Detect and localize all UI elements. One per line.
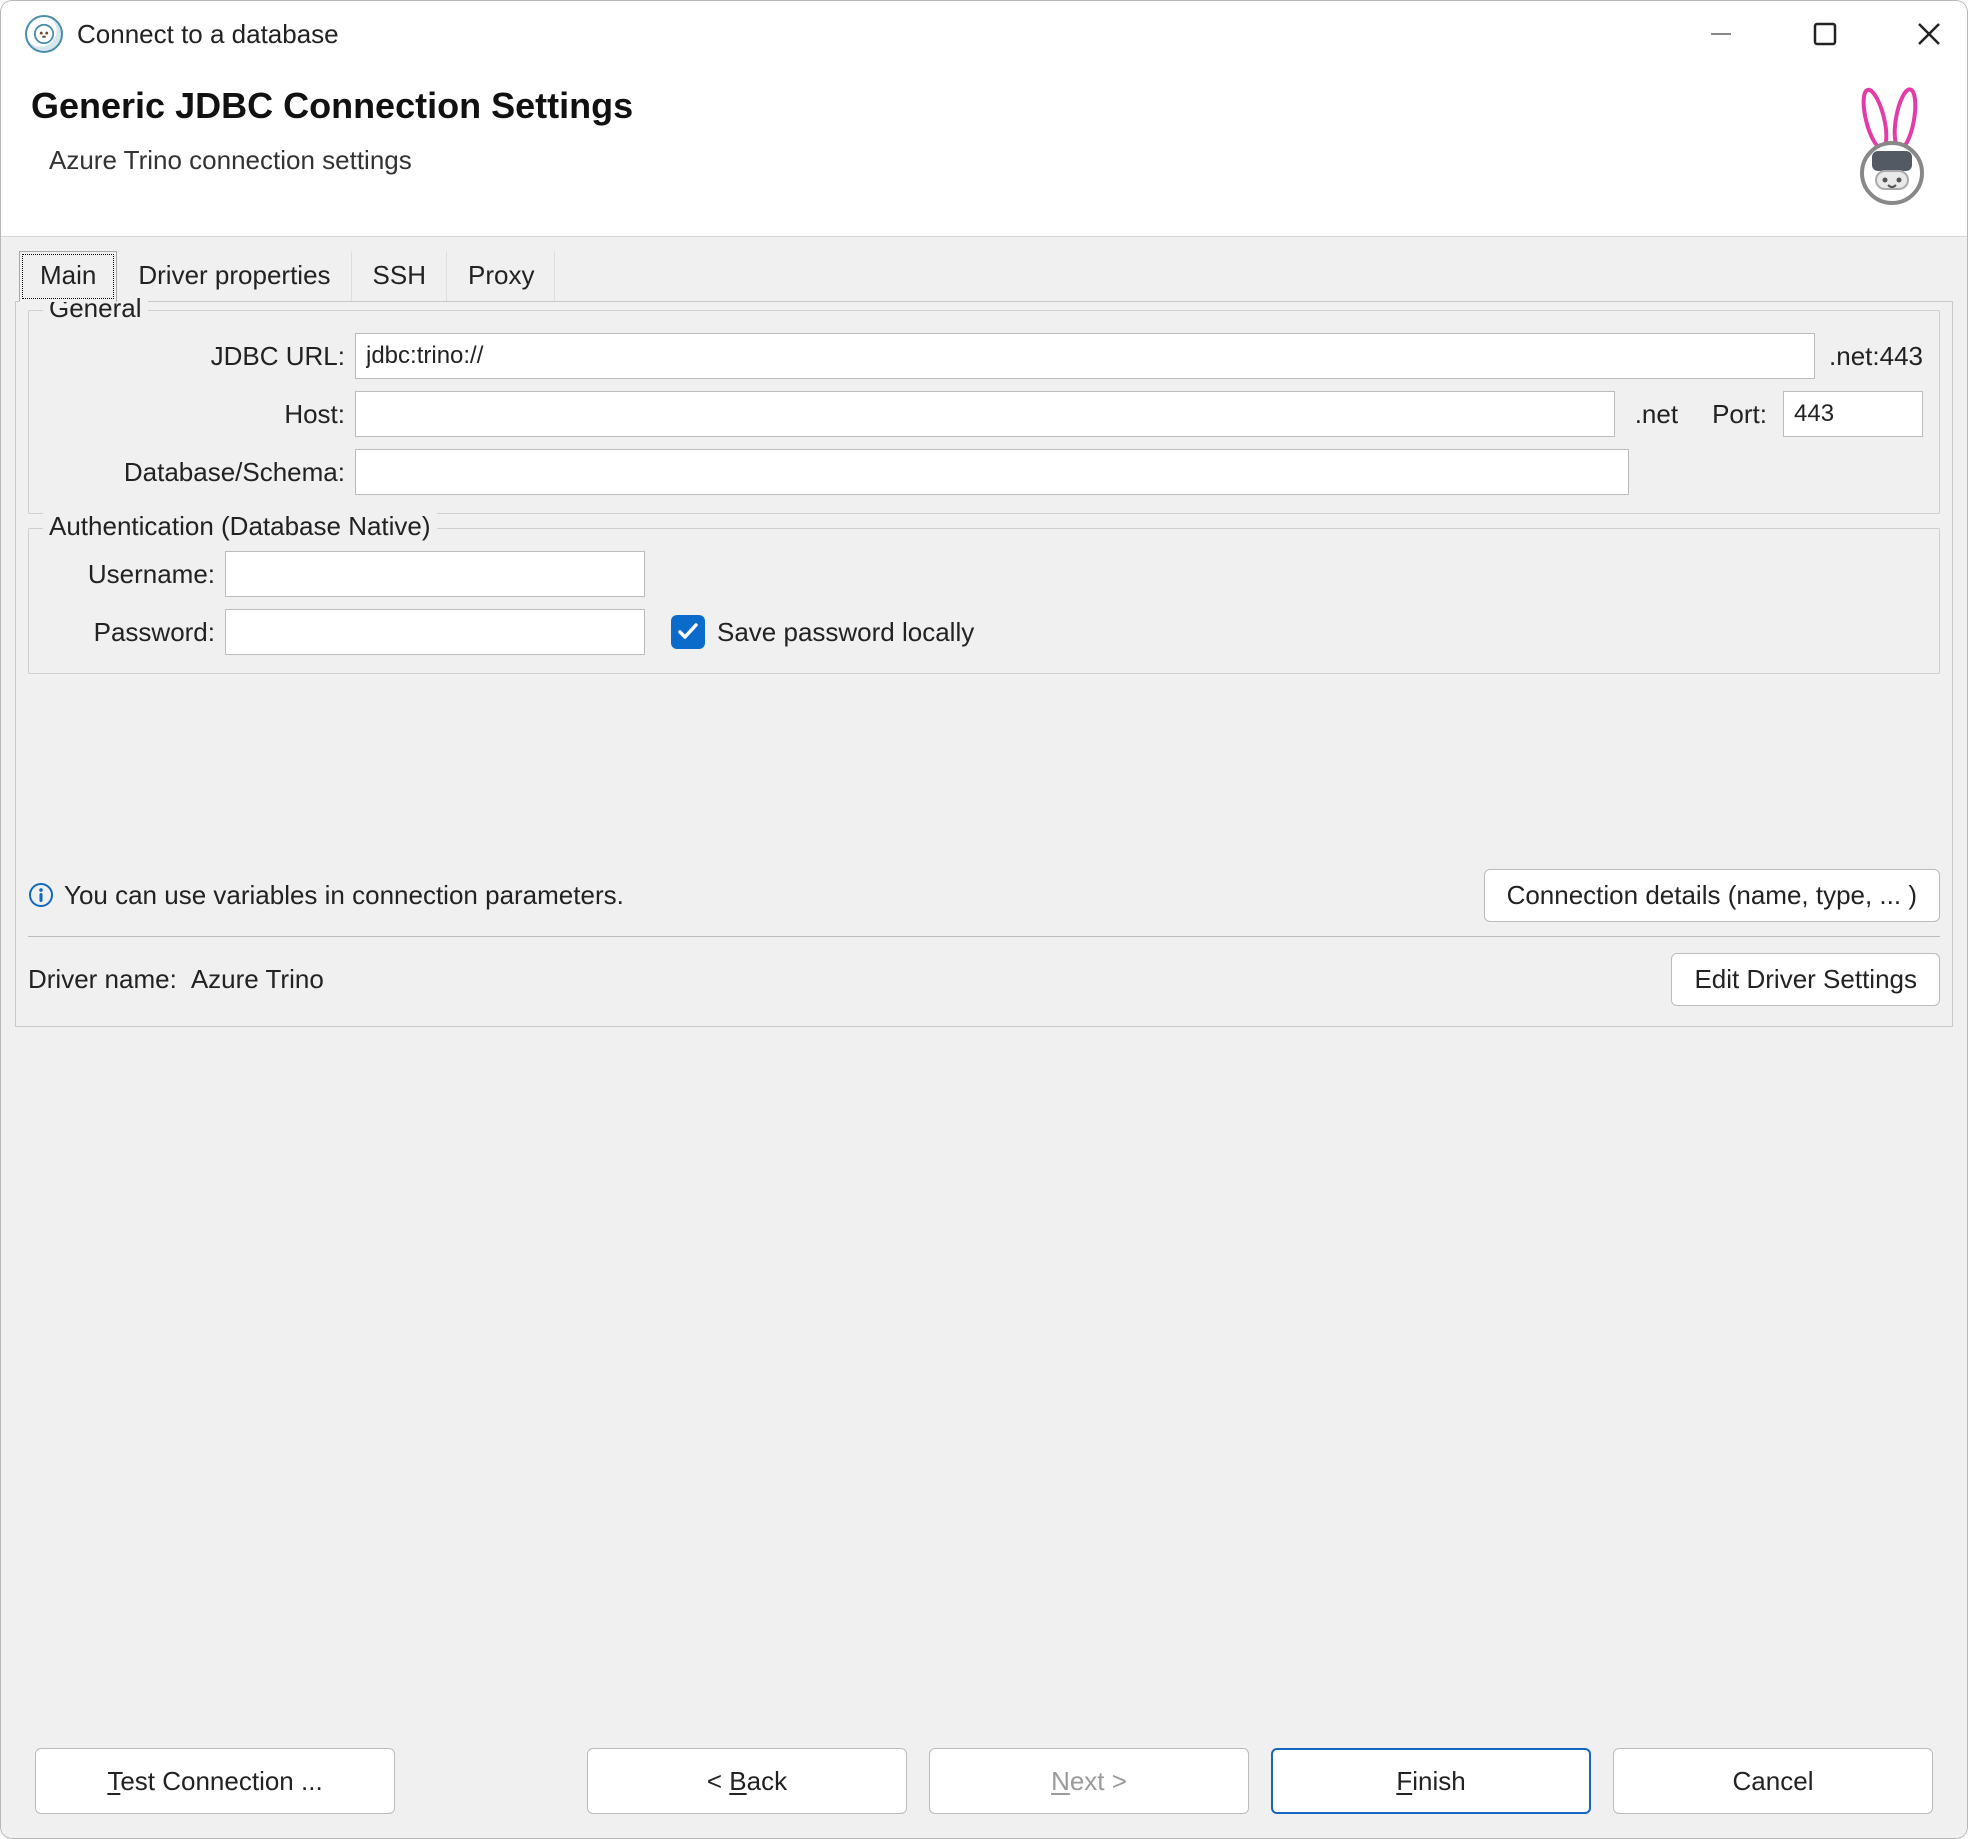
info-text: You can use variables in connection para… <box>64 880 624 911</box>
title-bar: Connect to a database <box>1 1 1967 67</box>
group-auth: Authentication (Database Native) Usernam… <box>28 528 1940 674</box>
driver-name-value: Azure Trino <box>191 964 324 995</box>
group-auth-legend: Authentication (Database Native) <box>43 511 437 542</box>
mascot-icon <box>1847 85 1937 212</box>
body-area: Main Driver properties SSH Proxy General… <box>1 236 1967 1838</box>
driver-name-label: Driver name: <box>28 964 177 995</box>
password-input[interactable] <box>225 609 645 655</box>
dbschema-label: Database/Schema: <box>45 457 345 488</box>
next-rest: ext > <box>1070 1766 1127 1796</box>
tab-panel-main: General JDBC URL: .net:443 Host: .net Po… <box>15 301 1953 1027</box>
back-key: B <box>729 1766 746 1796</box>
host-label: Host: <box>45 399 345 430</box>
info-icon <box>28 882 54 908</box>
connection-details-button[interactable]: Connection details (name, type, ... ) <box>1484 869 1940 922</box>
back-prefix: < <box>707 1766 729 1796</box>
maximize-button[interactable] <box>1805 14 1845 54</box>
save-password-checkbox[interactable] <box>671 615 705 649</box>
host-suffix: .net <box>1635 399 1678 430</box>
host-input[interactable] <box>355 391 1615 437</box>
app-icon <box>25 15 63 53</box>
next-button[interactable]: Next > <box>929 1748 1249 1814</box>
port-label: Port: <box>1712 399 1767 430</box>
finish-button[interactable]: Finish <box>1271 1748 1591 1814</box>
jdbc-url-label: JDBC URL: <box>45 341 345 372</box>
dialog-window: Connect to a database Generic JDBC Conne… <box>0 0 1968 1839</box>
password-label: Password: <box>45 617 215 648</box>
finish-key: F <box>1396 1766 1412 1796</box>
info-row: You can use variables in connection para… <box>28 863 1940 937</box>
test-connection-button[interactable]: Test Connection ... <box>35 1748 395 1814</box>
jdbc-url-suffix: .net:443 <box>1829 341 1923 372</box>
tab-proxy[interactable]: Proxy <box>447 251 555 302</box>
edit-driver-settings-button[interactable]: Edit Driver Settings <box>1671 953 1940 1006</box>
window-controls <box>1701 14 1949 54</box>
tab-driver-properties[interactable]: Driver properties <box>117 251 351 302</box>
tab-ssh[interactable]: SSH <box>352 251 447 302</box>
window-title: Connect to a database <box>77 19 1701 50</box>
minimize-button[interactable] <box>1701 14 1741 54</box>
driver-row: Driver name: Azure Trino Edit Driver Set… <box>28 937 1940 1012</box>
username-input[interactable] <box>225 551 645 597</box>
group-general: General JDBC URL: .net:443 Host: .net Po… <box>28 310 1940 514</box>
tab-main[interactable]: Main <box>19 251 117 302</box>
username-label: Username: <box>45 559 215 590</box>
back-rest: ack <box>747 1766 787 1796</box>
save-password-label: Save password locally <box>717 617 974 648</box>
cancel-button[interactable]: Cancel <box>1613 1748 1933 1814</box>
tab-strip: Main Driver properties SSH Proxy <box>15 251 1953 302</box>
close-button[interactable] <box>1909 14 1949 54</box>
finish-rest: inish <box>1412 1766 1465 1796</box>
page-title: Generic JDBC Connection Settings <box>31 85 633 127</box>
header-zone: Generic JDBC Connection Settings Azure T… <box>1 67 1967 236</box>
back-button[interactable]: < Back <box>587 1748 907 1814</box>
next-key: N <box>1051 1766 1070 1796</box>
port-input[interactable] <box>1783 391 1923 437</box>
wizard-footer: Test Connection ... < Back Next > Finish… <box>15 1728 1953 1838</box>
jdbc-url-input[interactable] <box>355 333 1815 379</box>
page-subtitle: Azure Trino connection settings <box>49 145 633 176</box>
dbschema-input[interactable] <box>355 449 1629 495</box>
